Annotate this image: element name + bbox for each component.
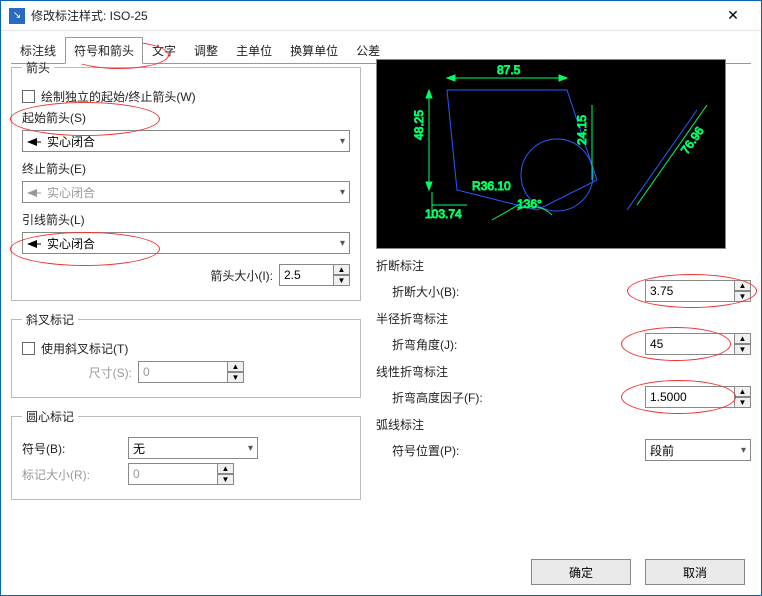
chevron-down-icon: ▾	[340, 187, 345, 198]
arc-pos-value: 段前	[650, 442, 674, 459]
chevron-down-icon: ▾	[248, 443, 253, 454]
preview-dim-1: 87.5	[497, 63, 521, 77]
closed-filled-icon	[27, 185, 41, 199]
center-symbol-label: 符号(B):	[22, 440, 122, 457]
spin-down-icon[interactable]: ▼	[735, 344, 751, 355]
cross-mark-group: 斜叉标记 使用斜叉标记(T) 尺寸(S): ▲▼	[11, 311, 361, 398]
cross-size-input	[138, 361, 228, 383]
app-icon: ↘	[9, 8, 25, 24]
chevron-down-icon: ▾	[340, 136, 345, 147]
window-title: 修改标注样式: ISO-25	[31, 7, 713, 24]
radius-jog-header: 半径折弯标注	[376, 310, 751, 327]
closed-filled-icon	[27, 236, 41, 250]
tab-symbols-arrows[interactable]: 符号和箭头	[65, 37, 143, 64]
chevron-down-icon: ▾	[741, 445, 746, 456]
end-arrow-label: 终止箭头(E)	[22, 160, 350, 177]
arc-pos-combo[interactable]: 段前 ▾	[645, 439, 751, 461]
spin-up-icon[interactable]: ▲	[735, 386, 751, 397]
titlebar: ↘ 修改标注样式: ISO-25 ✕	[1, 1, 761, 31]
arrow-size-spinner[interactable]: ▲▼	[279, 264, 350, 286]
leader-arrow-value: 实心闭合	[47, 235, 95, 252]
arrows-group: 箭头 绘制独立的起始/终止箭头(W) 起始箭头(S) 实心闭合 ▾ 终止箭头(E…	[11, 59, 361, 301]
break-size-label: 折断大小(B):	[392, 283, 645, 300]
use-cross-checkbox[interactable]	[22, 342, 35, 355]
dialog-body: 箭头 绘制独立的起始/终止箭头(W) 起始箭头(S) 实心闭合 ▾ 终止箭头(E…	[11, 59, 751, 545]
arrow-size-input[interactable]	[279, 264, 334, 286]
draw-separate-label: 绘制独立的起始/终止箭头(W)	[41, 88, 196, 105]
cross-legend: 斜叉标记	[22, 311, 78, 328]
arrows-legend: 箭头	[22, 59, 54, 76]
use-cross-label: 使用斜叉标记(T)	[41, 340, 128, 357]
spin-up-icon: ▲	[218, 463, 234, 474]
spin-down-icon[interactable]: ▼	[334, 275, 350, 286]
leader-arrow-label: 引线箭头(L)	[22, 211, 350, 228]
arrow-size-label: 箭头大小(I):	[210, 267, 273, 284]
dialog-buttons: 确定 取消	[531, 559, 745, 585]
jog-angle-spinner[interactable]: ▲▼	[645, 333, 751, 355]
spin-down-icon[interactable]: ▼	[735, 291, 751, 302]
jog-angle-label: 折弯角度(J):	[392, 336, 645, 353]
leader-arrow-combo[interactable]: 实心闭合 ▾	[22, 232, 350, 254]
preview-dim-3: 24.15	[575, 115, 589, 145]
spin-up-icon: ▲	[228, 361, 244, 372]
start-arrow-label: 起始箭头(S)	[22, 109, 350, 126]
break-dim-header: 折断标注	[376, 257, 751, 274]
start-arrow-value: 实心闭合	[47, 133, 95, 150]
cancel-button[interactable]: 取消	[645, 559, 745, 585]
jog-factor-label: 折弯高度因子(F):	[392, 389, 645, 406]
spin-down-icon: ▼	[228, 372, 244, 383]
draw-separate-checkbox[interactable]	[22, 90, 35, 103]
preview-dim-2: 48.25	[412, 110, 426, 140]
arc-pos-label: 符号位置(P):	[392, 442, 645, 459]
mark-size-label: 标记大小(R):	[22, 466, 122, 483]
center-legend: 圆心标记	[22, 408, 78, 425]
close-button[interactable]: ✕	[713, 1, 753, 31]
center-mark-group: 圆心标记 符号(B): 无 ▾ 标记大小(R): ▲▼	[11, 408, 361, 500]
linear-jog-header: 线性折弯标注	[376, 363, 751, 380]
cross-size-spinner: ▲▼	[138, 361, 244, 383]
closed-filled-icon	[27, 134, 41, 148]
preview-svg: 87.5 48.25 24.15 76.96 R36.10 136° 10	[377, 60, 727, 250]
spin-down-icon: ▼	[218, 474, 234, 485]
end-arrow-value: 实心闭合	[47, 184, 95, 201]
spin-down-icon[interactable]: ▼	[735, 397, 751, 408]
spin-up-icon[interactable]: ▲	[735, 333, 751, 344]
chevron-down-icon: ▾	[340, 238, 345, 249]
break-size-spinner[interactable]: ▲▼	[645, 280, 751, 302]
left-column: 箭头 绘制独立的起始/终止箭头(W) 起始箭头(S) 实心闭合 ▾ 终止箭头(E…	[11, 59, 361, 510]
right-column: 87.5 48.25 24.15 76.96 R36.10 136° 10	[376, 59, 751, 467]
mark-size-input	[128, 463, 218, 485]
spin-up-icon[interactable]: ▲	[735, 280, 751, 291]
preview-radius: R36.10	[472, 179, 511, 193]
spin-up-icon[interactable]: ▲	[334, 264, 350, 275]
jog-factor-input[interactable]	[645, 386, 735, 408]
end-arrow-combo: 实心闭合 ▾	[22, 181, 350, 203]
break-size-input[interactable]	[645, 280, 735, 302]
center-symbol-value: 无	[133, 440, 145, 457]
jog-factor-spinner[interactable]: ▲▼	[645, 386, 751, 408]
arc-dim-header: 弧线标注	[376, 416, 751, 433]
cross-size-label: 尺寸(S):	[42, 364, 132, 381]
ok-button[interactable]: 确定	[531, 559, 631, 585]
center-symbol-combo[interactable]: 无 ▾	[128, 437, 258, 459]
start-arrow-combo[interactable]: 实心闭合 ▾	[22, 130, 350, 152]
mark-size-spinner: ▲▼	[128, 463, 234, 485]
preview-angle: 136°	[517, 197, 542, 211]
preview-pane: 87.5 48.25 24.15 76.96 R36.10 136° 10	[376, 59, 726, 249]
dialog-window: ↘ 修改标注样式: ISO-25 ✕ 标注线 符号和箭头 文字 调整 主单位 换…	[0, 0, 762, 596]
preview-coord: 103.74	[425, 207, 462, 221]
jog-angle-input[interactable]	[645, 333, 735, 355]
